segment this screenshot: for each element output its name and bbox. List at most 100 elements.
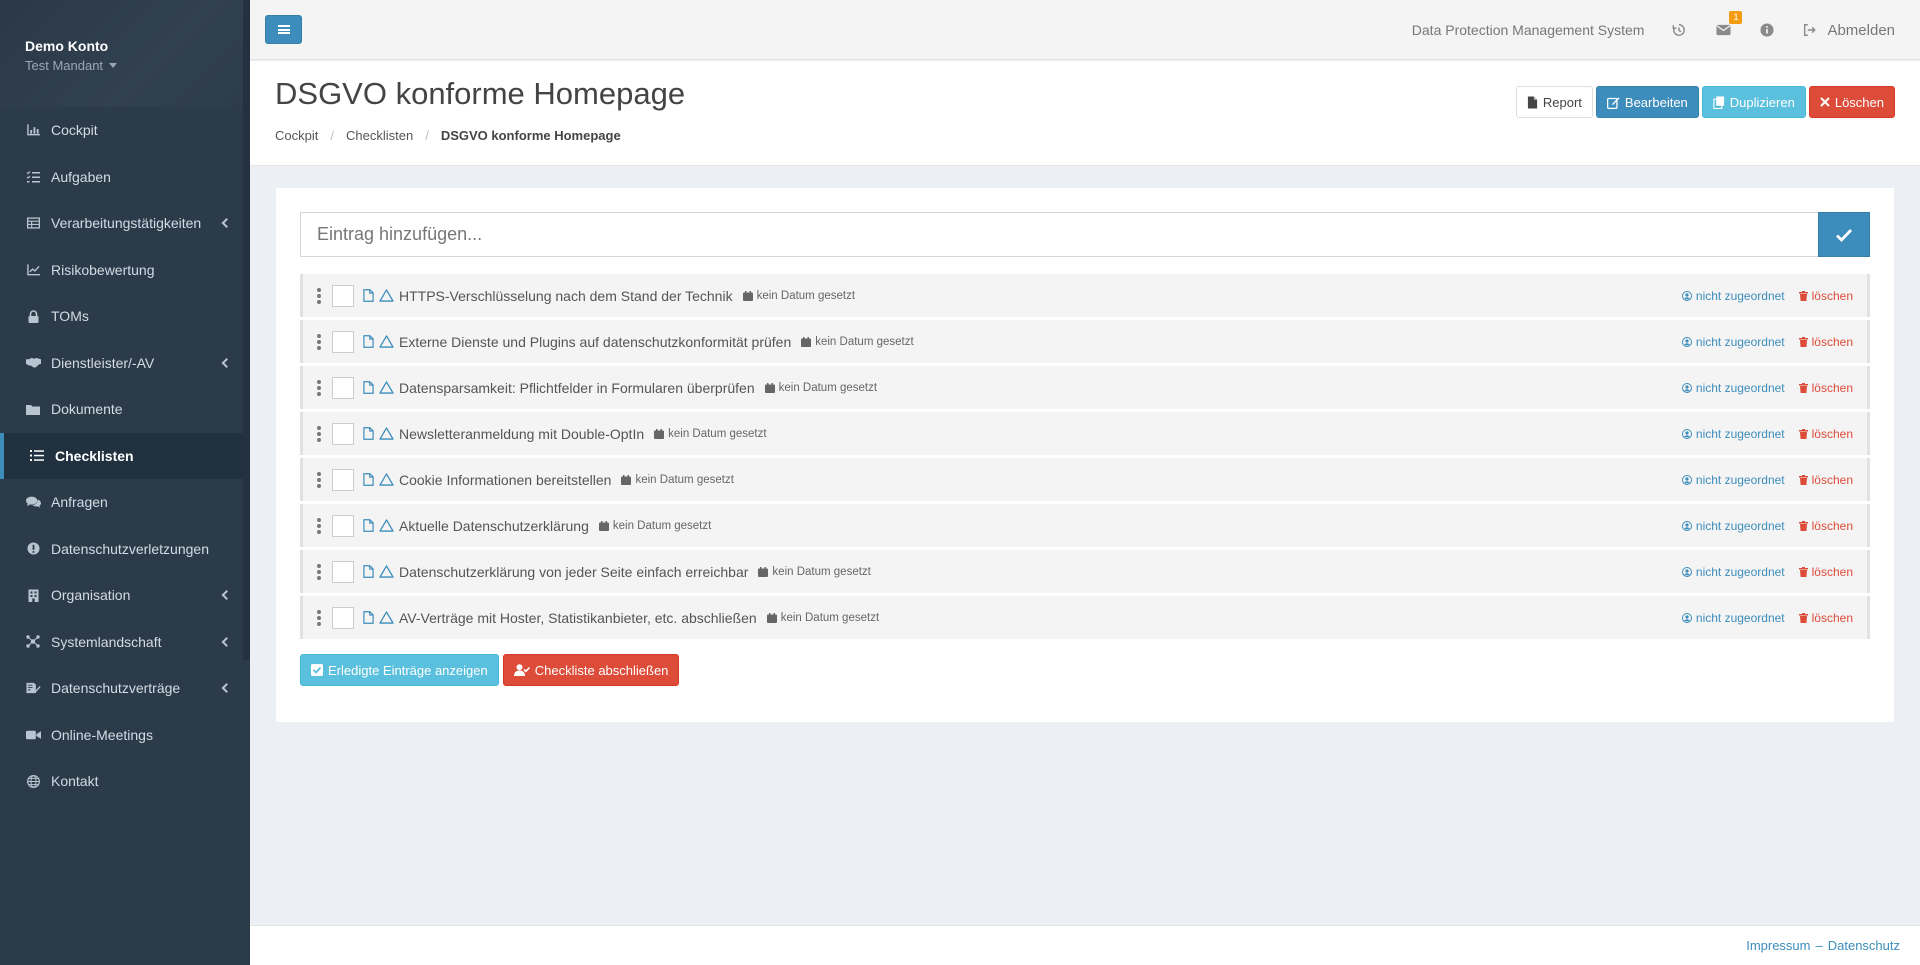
envelope-icon[interactable]: 1 bbox=[1714, 11, 1743, 39]
delete-item-link[interactable]: löschen bbox=[1798, 289, 1853, 303]
delete-item-link[interactable]: löschen bbox=[1798, 611, 1853, 625]
warning-icon[interactable] bbox=[379, 472, 394, 487]
drag-handle-icon[interactable] bbox=[317, 563, 321, 580]
file-icon[interactable] bbox=[363, 472, 375, 487]
file-icon[interactable] bbox=[363, 380, 375, 395]
sidebar-item-cockpit[interactable]: Cockpit bbox=[0, 107, 250, 154]
sidebar-item-kontakt[interactable]: Kontakt bbox=[0, 758, 250, 805]
item-text[interactable]: Aktuelle Datenschutzerklärung bbox=[399, 518, 589, 534]
duplicate-button[interactable]: Duplizieren bbox=[1701, 86, 1806, 118]
warning-icon[interactable] bbox=[379, 610, 394, 625]
item-date[interactable]: kein Datum gesetzt bbox=[758, 566, 871, 578]
delete-button[interactable]: Löschen bbox=[1808, 86, 1895, 118]
report-button[interactable]: Report bbox=[1515, 86, 1593, 118]
copy-icon bbox=[1713, 95, 1724, 109]
delete-item-link[interactable]: löschen bbox=[1798, 381, 1853, 395]
warning-icon[interactable] bbox=[379, 518, 394, 533]
item-text[interactable]: Datenschutzerklärung von jeder Seite ein… bbox=[399, 564, 748, 580]
account-name: Demo Konto bbox=[25, 38, 109, 54]
sidebar-item-systemlandschaft[interactable]: Systemlandschaft bbox=[0, 619, 250, 666]
delete-item-link[interactable]: löschen bbox=[1798, 565, 1853, 579]
file-icon[interactable] bbox=[363, 610, 375, 625]
item-checkbox[interactable] bbox=[332, 514, 354, 537]
sidebar-item-risikobewertung[interactable]: Risikobewertung bbox=[0, 247, 250, 294]
item-date[interactable]: kein Datum gesetzt bbox=[598, 520, 711, 532]
menu-toggle-button[interactable] bbox=[265, 15, 302, 44]
item-checkbox[interactable] bbox=[332, 560, 354, 583]
item-date[interactable]: kein Datum gesetzt bbox=[766, 612, 879, 624]
file-icon[interactable] bbox=[363, 564, 375, 579]
assign-link[interactable]: nicht zugeordnet bbox=[1681, 473, 1785, 487]
assign-link[interactable]: nicht zugeordnet bbox=[1681, 334, 1785, 349]
file-icon[interactable] bbox=[363, 518, 375, 533]
item-text[interactable]: Externe Dienste und Plugins auf datensch… bbox=[399, 334, 791, 350]
add-entry-button[interactable] bbox=[1818, 212, 1870, 257]
edit-button[interactable]: Bearbeiten bbox=[1595, 86, 1699, 118]
sidebar-item-organisation[interactable]: Organisation bbox=[0, 572, 250, 619]
datenschutz-link[interactable]: Datenschutz bbox=[1828, 938, 1900, 953]
item-checkbox[interactable] bbox=[332, 606, 354, 629]
drag-handle-icon[interactable] bbox=[317, 425, 321, 442]
assign-link[interactable]: nicht zugeordnet bbox=[1681, 565, 1785, 579]
delete-item-link[interactable]: löschen bbox=[1798, 519, 1853, 533]
sidebar-item-dokumente[interactable]: Dokumente bbox=[0, 386, 250, 433]
warning-icon[interactable] bbox=[379, 334, 394, 349]
breadcrumb-checklisten[interactable]: Checklisten bbox=[346, 128, 413, 143]
logout-link[interactable]: Abmelden bbox=[1802, 22, 1895, 39]
delete-item-link[interactable]: löschen bbox=[1798, 335, 1853, 349]
drag-handle-icon[interactable] bbox=[317, 517, 321, 534]
sidebar-item-verarbeitungstätigkeiten[interactable]: Verarbeitungstätigkeiten bbox=[0, 200, 250, 247]
file-icon[interactable] bbox=[363, 334, 375, 349]
drag-handle-icon[interactable] bbox=[317, 287, 321, 304]
item-text[interactable]: Newsletteranmeldung mit Double-OptIn bbox=[399, 426, 644, 442]
drag-handle-icon[interactable] bbox=[317, 471, 321, 488]
warning-icon[interactable] bbox=[379, 564, 394, 579]
sidebar-item-datenschutzverletzungen[interactable]: Datenschutzverletzungen bbox=[0, 526, 250, 573]
drag-handle-icon[interactable] bbox=[317, 379, 321, 396]
sidebar-item-toms[interactable]: TOMs bbox=[0, 293, 250, 340]
info-icon[interactable] bbox=[1758, 21, 1776, 39]
assign-link[interactable]: nicht zugeordnet bbox=[1681, 289, 1785, 303]
sidebar-item-anfragen[interactable]: Anfragen bbox=[0, 479, 250, 526]
item-date[interactable]: kein Datum gesetzt bbox=[621, 474, 734, 486]
warning-icon[interactable] bbox=[379, 426, 394, 441]
item-text[interactable]: Cookie Informationen bereitstellen bbox=[399, 472, 611, 488]
drag-handle-icon[interactable] bbox=[317, 609, 321, 626]
item-date[interactable]: kein Datum gesetzt bbox=[654, 428, 767, 440]
sidebar-item-checklisten[interactable]: Checklisten bbox=[0, 432, 250, 479]
close-checklist-button[interactable]: Checkliste abschließen bbox=[502, 654, 680, 686]
item-checkbox[interactable] bbox=[332, 284, 354, 307]
delete-item-link[interactable]: löschen bbox=[1798, 473, 1853, 487]
item-text[interactable]: Datensparsamkeit: Pflichtfelder in Formu… bbox=[399, 380, 755, 396]
sidebar-item-aufgaben[interactable]: Aufgaben bbox=[0, 154, 250, 201]
assign-link[interactable]: nicht zugeordnet bbox=[1681, 427, 1785, 441]
warning-icon[interactable] bbox=[379, 380, 394, 395]
assign-label: nicht zugeordnet bbox=[1695, 334, 1785, 349]
drag-handle-icon[interactable] bbox=[317, 333, 321, 350]
history-icon[interactable] bbox=[1670, 21, 1688, 39]
item-checkbox[interactable] bbox=[332, 376, 354, 399]
item-date[interactable]: kein Datum gesetzt bbox=[742, 290, 855, 302]
show-done-button[interactable]: Erledigte Einträge anzeigen bbox=[300, 654, 499, 686]
assign-link[interactable]: nicht zugeordnet bbox=[1681, 611, 1785, 625]
warning-icon[interactable] bbox=[379, 288, 394, 303]
file-icon[interactable] bbox=[363, 426, 375, 441]
assign-link[interactable]: nicht zugeordnet bbox=[1681, 519, 1785, 533]
add-entry-input[interactable] bbox=[300, 212, 1818, 257]
item-checkbox[interactable] bbox=[332, 422, 354, 445]
breadcrumb-cockpit[interactable]: Cockpit bbox=[275, 128, 318, 143]
assign-link[interactable]: nicht zugeordnet bbox=[1681, 381, 1785, 395]
file-icon[interactable] bbox=[363, 288, 375, 303]
sidebar-item-datenschutzverträge[interactable]: Datenschutzverträge bbox=[0, 665, 250, 712]
sidebar-item-online-meetings[interactable]: Online-Meetings bbox=[0, 712, 250, 759]
item-checkbox[interactable] bbox=[332, 468, 354, 491]
item-date[interactable]: kein Datum gesetzt bbox=[801, 336, 914, 348]
tenant-selector[interactable]: Test Mandant bbox=[25, 58, 250, 73]
item-text[interactable]: AV-Verträge mit Hoster, Statistikanbiete… bbox=[399, 610, 757, 626]
impressum-link[interactable]: Impressum bbox=[1746, 938, 1810, 953]
item-text[interactable]: HTTPS-Verschlüsselung nach dem Stand der… bbox=[399, 288, 733, 304]
item-checkbox[interactable] bbox=[332, 330, 354, 353]
sidebar-item-dienstleister-av[interactable]: Dienstleister/-AV bbox=[0, 340, 250, 387]
delete-item-link[interactable]: löschen bbox=[1798, 427, 1853, 441]
item-date[interactable]: kein Datum gesetzt bbox=[764, 382, 877, 394]
